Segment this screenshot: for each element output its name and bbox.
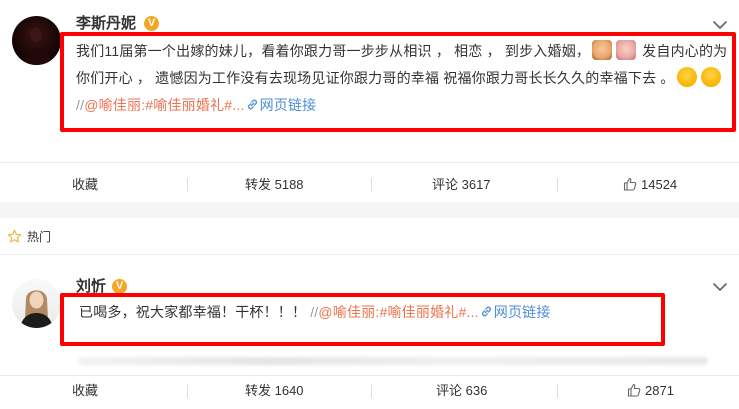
action-separator	[187, 384, 188, 398]
repost-prefix: //	[76, 97, 85, 113]
like-button[interactable]: 14524	[623, 177, 677, 193]
post-text-part1: 我们11届第一个出嫁的妹儿，看着你跟力哥一步步从相识 ， 相恋 ， 到步入婚姻，	[76, 43, 591, 59]
emoji-blush-icon	[700, 67, 721, 87]
hot-section-label: 热门	[27, 230, 52, 244]
like-count: 14524	[641, 177, 678, 192]
emoji-blush-icon	[676, 67, 697, 87]
comment-button[interactable]: 评论 3617	[432, 177, 491, 193]
verified-badge-icon: V	[144, 16, 159, 31]
redacted-text	[78, 357, 708, 365]
section-gap	[0, 202, 739, 218]
favorite-button[interactable]: 收藏	[72, 177, 98, 193]
author-name[interactable]: 李斯丹妮	[76, 15, 136, 33]
avatar-silhouette-icon	[24, 28, 52, 65]
mention-link[interactable]: @喻佳丽	[84, 97, 141, 113]
favorite-button[interactable]: 收藏	[72, 383, 98, 399]
repost-button[interactable]: 转发 1640	[245, 383, 304, 399]
hashtag-link[interactable]: #喻佳丽婚礼#	[380, 304, 467, 320]
action-separator	[371, 178, 372, 192]
ellipsis: ...	[466, 304, 479, 320]
repost-button[interactable]: 转发 5188	[245, 177, 304, 193]
verified-badge-icon: V	[112, 279, 127, 294]
avatar[interactable]	[12, 16, 61, 65]
thumbs-up-icon	[623, 177, 637, 191]
action-separator	[187, 178, 188, 192]
link-icon[interactable]	[246, 98, 259, 111]
divider	[0, 162, 739, 163]
chevron-down-icon[interactable]	[711, 19, 729, 31]
avatar-portrait-icon	[20, 290, 53, 328]
divider	[0, 375, 739, 376]
link-icon[interactable]	[480, 305, 493, 318]
emoji-boy-icon	[592, 40, 613, 60]
mention-link[interactable]: @喻佳丽	[318, 304, 375, 320]
post-text: 我们11届第一个出嫁的妹儿，看着你跟力哥一步步从相识 ， 相恋 ， 到步入婚姻，…	[76, 38, 728, 119]
web-link[interactable]: 网页链接	[494, 304, 551, 320]
hashtag-link[interactable]: #喻佳丽婚礼#	[145, 97, 232, 113]
chevron-down-icon[interactable]	[711, 281, 729, 293]
like-button[interactable]: 2871	[627, 383, 674, 399]
post-text: 已喝多，祝大家都幸福！干杯！！！//@喻佳丽:#喻佳丽婚礼#... 网页链接	[79, 299, 659, 326]
comment-button[interactable]: 评论 636	[436, 383, 487, 399]
divider	[0, 254, 739, 255]
ellipsis: ...	[232, 97, 245, 113]
thumbs-up-icon	[627, 383, 641, 397]
web-link[interactable]: 网页链接	[260, 97, 317, 113]
emoji-girl-icon	[616, 40, 637, 60]
action-separator	[557, 384, 558, 398]
like-count: 2871	[645, 383, 674, 398]
star-icon	[7, 229, 22, 243]
post-text-main: 已喝多，祝大家都幸福！干杯！！！	[79, 304, 307, 320]
avatar[interactable]	[12, 279, 61, 328]
action-separator	[371, 384, 372, 398]
action-separator	[557, 178, 558, 192]
